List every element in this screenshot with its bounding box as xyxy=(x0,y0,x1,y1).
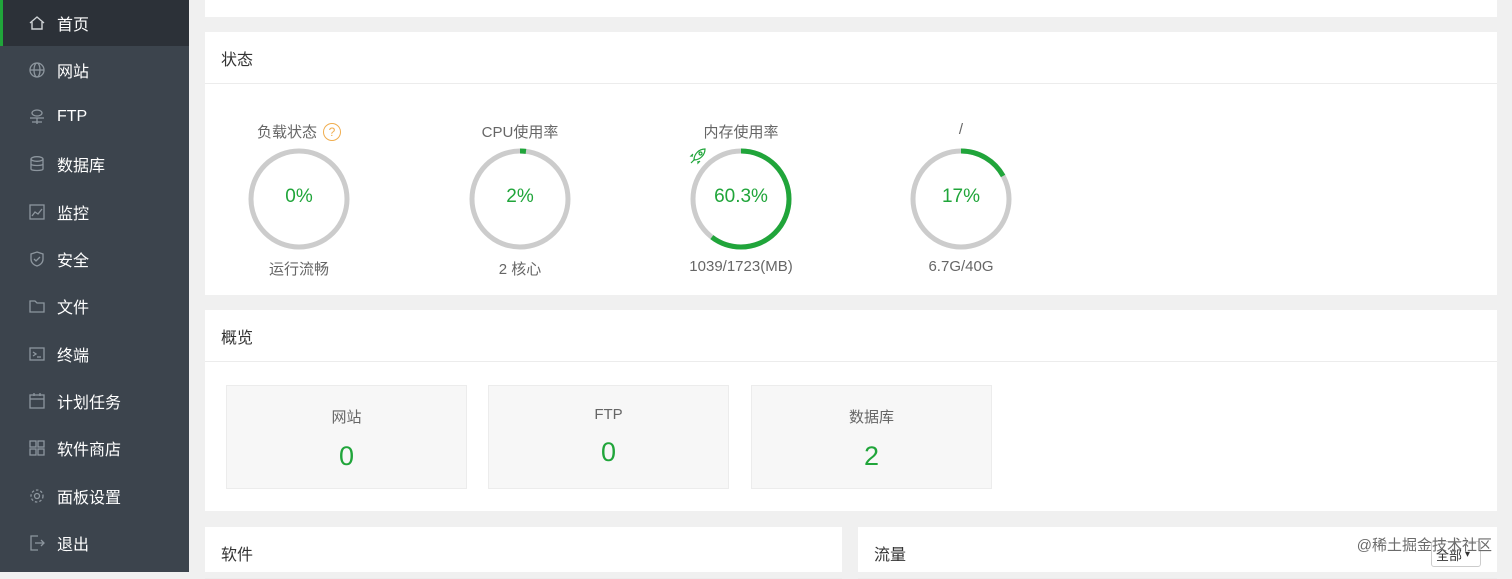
sidebar-item-label: 数据库 xyxy=(57,158,106,175)
status-panel: 状态 负载状态 ? 0% 运行流畅 CPU使用率 2% 2 核心 内存使用率 6… xyxy=(205,32,1497,295)
gauge-subtext: 运行流畅 xyxy=(268,261,329,278)
overview-panel: 概览 网站 0 FTP 0 数据库 2 xyxy=(205,310,1497,511)
globe-icon xyxy=(28,61,46,79)
gear-icon xyxy=(28,487,46,505)
gauge-title: CPU使用率 xyxy=(481,124,559,141)
top-panel xyxy=(205,0,1497,17)
sidebar-item-database[interactable]: 数据库 xyxy=(0,141,189,187)
sidebar-item-ftp[interactable]: FTP xyxy=(0,94,189,140)
gauge-title-text: 负载状态 xyxy=(256,124,317,141)
sidebar-item-security[interactable]: 安全 xyxy=(0,236,189,282)
overview-card-ftp[interactable]: FTP 0 xyxy=(488,385,729,489)
sidebar-item-monitor[interactable]: 监控 xyxy=(0,189,189,235)
sidebar-item-logout[interactable]: 退出 xyxy=(0,520,189,566)
sidebar-item-terminal[interactable]: 终端 xyxy=(0,331,189,377)
overview-card-value: 2 xyxy=(863,441,880,471)
sidebar-item-label: 网站 xyxy=(57,64,90,81)
gauge-subtext: 6.7G/40G xyxy=(928,258,994,275)
gauge-value: 17% xyxy=(941,186,981,207)
overview-card-website[interactable]: 网站 0 xyxy=(226,385,467,489)
grid-icon xyxy=(28,439,46,457)
overview-card-database[interactable]: 数据库 2 xyxy=(751,385,992,489)
sidebar-item-label: 安全 xyxy=(57,253,90,270)
calendar-icon xyxy=(28,392,46,410)
gauge-row: 负载状态 ? 0% 运行流畅 CPU使用率 2% 2 核心 内存使用率 60.3… xyxy=(205,94,1497,294)
rocket-icon[interactable] xyxy=(688,146,708,166)
gauge-value: 0% xyxy=(285,186,313,207)
sidebar-item-settings[interactable]: 面板设置 xyxy=(0,473,189,519)
help-icon[interactable]: ? xyxy=(323,122,341,141)
software-panel: 软件 xyxy=(205,527,842,579)
sidebar-item-label: 退出 xyxy=(57,537,90,554)
sidebar-item-home[interactable]: 首页 xyxy=(0,0,189,46)
overview-card-value: 0 xyxy=(338,441,355,471)
gauge-value: 60.3% xyxy=(714,186,768,207)
monitor-icon xyxy=(28,203,46,221)
logout-icon xyxy=(28,534,46,552)
software-panel-title: 软件 xyxy=(205,527,842,579)
overview-card-label: 网站 xyxy=(331,409,362,426)
sidebar: 首页 网站 FTP 数据库 监控 安全 文件 终端 计划任务 软件商店 面板设置… xyxy=(0,0,189,572)
gauge-subtext: 2 核心 xyxy=(498,261,542,278)
sidebar-item-label: 终端 xyxy=(57,348,90,365)
sidebar-item-label: 软件商店 xyxy=(57,442,122,459)
gauge-value: 2% xyxy=(506,186,534,207)
overview-card-label: FTP xyxy=(594,406,623,423)
gauge-subtext: 1039/1723(MB) xyxy=(689,258,793,275)
sidebar-item-label: FTP xyxy=(57,108,88,125)
sidebar-item-cron[interactable]: 计划任务 xyxy=(0,378,189,424)
overview-card-label: 数据库 xyxy=(848,409,894,426)
ftp-icon xyxy=(28,108,46,126)
gauge-title: / xyxy=(958,121,964,138)
database-icon xyxy=(28,155,46,173)
sidebar-item-store[interactable]: 软件商店 xyxy=(0,425,189,471)
sidebar-item-label: 首页 xyxy=(57,17,90,34)
sidebar-item-label: 监控 xyxy=(57,206,90,223)
home-icon xyxy=(28,14,46,32)
sidebar-item-label: 文件 xyxy=(57,300,90,317)
sidebar-item-files[interactable]: 文件 xyxy=(0,283,189,329)
overview-panel-title: 概览 xyxy=(205,310,1497,362)
sidebar-item-label: 面板设置 xyxy=(57,490,122,507)
sidebar-item-website[interactable]: 网站 xyxy=(0,47,189,93)
sidebar-item-label: 计划任务 xyxy=(57,395,122,412)
folder-icon xyxy=(28,297,46,315)
gauge-title: 负载状态 ? xyxy=(199,121,399,142)
terminal-icon xyxy=(28,345,46,363)
gauge-title: 内存使用率 xyxy=(703,124,779,141)
overview-card-value: 0 xyxy=(600,437,617,467)
status-panel-title: 状态 xyxy=(205,32,1497,84)
shield-icon xyxy=(28,250,46,268)
watermark: @稀土掘金技术社区 xyxy=(1356,537,1492,554)
